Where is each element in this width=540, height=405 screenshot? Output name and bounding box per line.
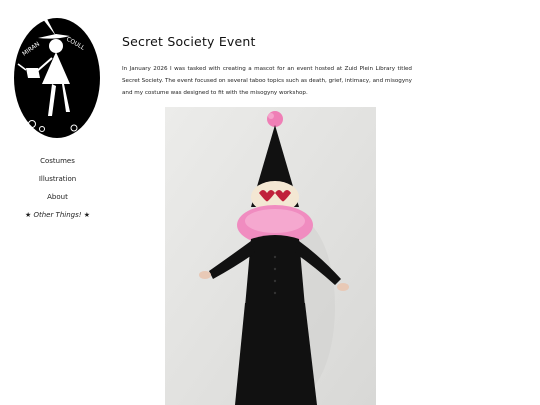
costume-photo xyxy=(165,107,376,405)
page-title: Secret Society Event xyxy=(122,34,256,49)
site-logo[interactable]: MIRAN COULL xyxy=(12,12,102,140)
nav-illustration[interactable]: Illustration xyxy=(0,174,115,192)
sidebar: MIRAN COULL Costumes Illustration About … xyxy=(0,0,115,405)
star-icon: ★ xyxy=(24,211,32,219)
costume-figure-image xyxy=(165,107,376,405)
nav-other-things-label: Other Things! xyxy=(33,211,82,219)
nav-about[interactable]: About xyxy=(0,192,115,210)
star-icon: ★ xyxy=(83,211,91,219)
nav-costumes[interactable]: Costumes xyxy=(0,156,115,174)
post-description: In January 2026 I was tasked with creati… xyxy=(122,66,412,96)
page: MIRAN COULL Costumes Illustration About … xyxy=(0,0,540,405)
nav-other-things[interactable]: ★ Other Things! ★ xyxy=(0,210,115,228)
logo-illustration-icon: MIRAN COULL xyxy=(14,17,100,138)
